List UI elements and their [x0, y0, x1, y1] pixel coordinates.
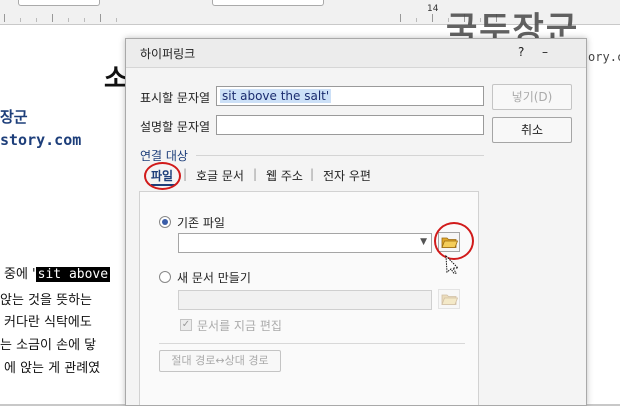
dialog-titlebar[interactable]: 하이퍼링크 ? –	[126, 39, 586, 68]
ruler-tab-center	[212, 0, 324, 6]
tab-separator: |	[253, 167, 258, 181]
description-label: 설명할 문자열	[140, 120, 211, 134]
dialog-title: 하이퍼링크	[140, 47, 196, 61]
doc-line-1-prefix: 중에 '	[4, 267, 36, 282]
edit-now-checkbox[interactable]: ✓	[180, 319, 192, 331]
chevron-down-icon[interactable]: ▼	[420, 237, 427, 247]
existing-file-label: 기존 파일	[177, 216, 225, 230]
tab-web-address[interactable]: 웹 주소	[266, 167, 303, 184]
mouse-cursor-icon	[445, 254, 460, 274]
path-toggle-button[interactable]: 절대 경로↔상대 경로	[159, 350, 281, 372]
ruler-tab-left	[18, 0, 100, 6]
doc-line-5: 에 앉는 게 관례였	[4, 361, 101, 376]
new-document-path-input[interactable]	[178, 290, 432, 310]
panel-divider	[159, 343, 465, 344]
help-icon[interactable]: ?	[518, 45, 524, 59]
new-document-label: 새 문서 만들기	[177, 271, 251, 285]
file-tab-panel: 기존 파일 ▼ 새 문서 만들기 ✓ 문서를 지금 편집 절대 경로↔상대 경로	[139, 191, 479, 405]
existing-file-combo[interactable]: ▼	[178, 233, 432, 253]
doc-selected-text[interactable]: sit above	[35, 267, 111, 282]
tab-separator: |	[183, 167, 188, 181]
edit-now-label: 문서를 지금 편집	[197, 319, 282, 333]
display-text-label: 표시할 문자열	[140, 91, 211, 105]
display-text-input[interactable]: sit above the salt'	[216, 86, 484, 106]
tab-separator: |	[310, 167, 315, 181]
ruler-number: 14	[427, 4, 439, 14]
highlight-circle-tab	[144, 162, 181, 190]
display-text-value: sit above the salt'	[220, 89, 332, 103]
tab-hangul-doc[interactable]: 호글 문서	[196, 167, 244, 184]
insert-button[interactable]: 넣기(D)	[492, 84, 572, 110]
doc-line-3: 커다란 식탁에도	[4, 315, 92, 330]
cancel-button[interactable]: 취소	[492, 117, 572, 143]
doc-line-4: 는 소금이 손에 닿	[0, 338, 97, 353]
new-document-browse-button[interactable]	[438, 289, 460, 309]
folder-open-icon	[441, 294, 459, 305]
minimize-icon[interactable]: –	[542, 45, 548, 59]
doc-line-1: 중에 ' sit above	[4, 263, 111, 282]
doc-author-line: 장군	[0, 108, 28, 126]
doc-line-2: 앉는 것을 뜻하는	[0, 293, 92, 308]
tab-email[interactable]: 전자 우편	[323, 167, 371, 184]
doc-site-line: story.com	[0, 131, 82, 149]
new-document-radio[interactable]	[159, 271, 171, 283]
hyperlink-dialog: 하이퍼링크 ? – 표시할 문자열 sit above the salt' 설명…	[125, 38, 587, 406]
section-divider	[196, 155, 484, 156]
description-input[interactable]	[216, 115, 484, 135]
existing-file-radio[interactable]	[159, 216, 171, 228]
